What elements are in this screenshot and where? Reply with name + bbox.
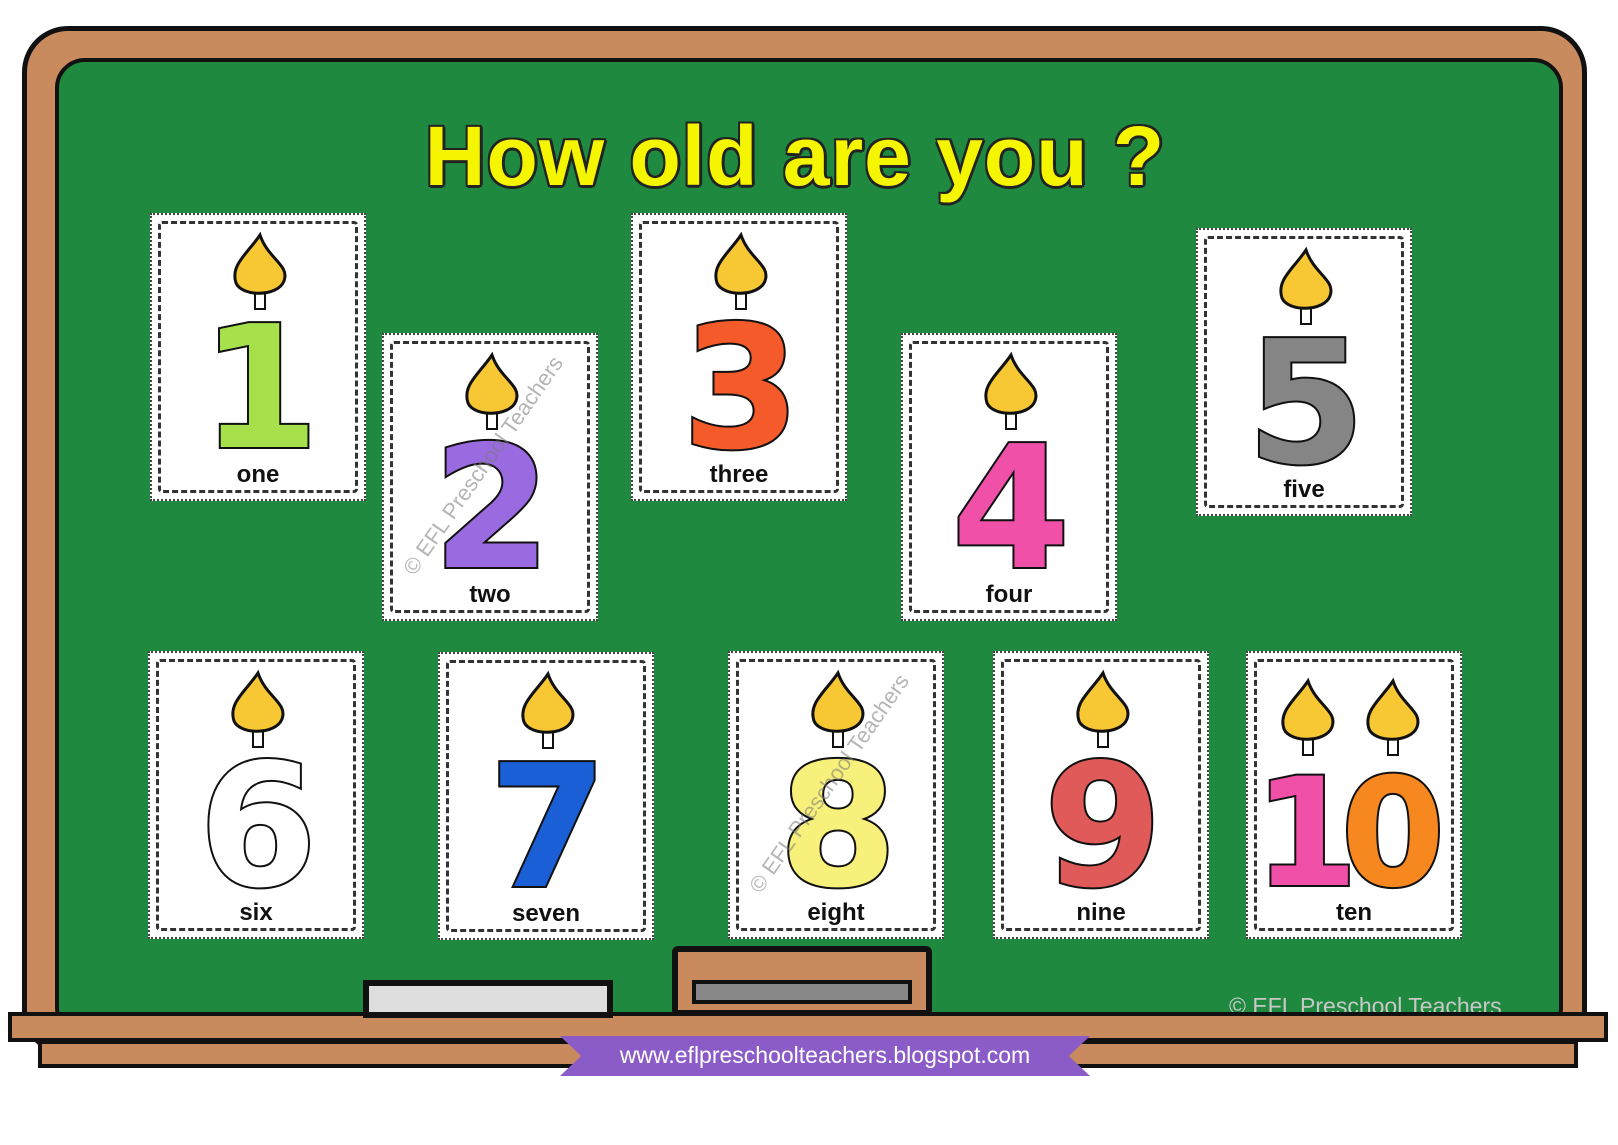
flame-icon xyxy=(1076,669,1130,733)
candle-number: 9 xyxy=(1044,728,1162,926)
number-word: nine xyxy=(1076,899,1126,926)
candle-illustration: 2 xyxy=(431,351,553,610)
number-card-seven: 7 seven xyxy=(438,652,654,940)
number-word: two xyxy=(469,581,511,608)
number-card-nine: 9 nine xyxy=(993,651,1209,939)
number-card-ten: 1 0 ten xyxy=(1246,651,1462,939)
number-word: seven xyxy=(511,900,581,927)
number-word: six xyxy=(239,899,273,926)
eraser xyxy=(672,946,932,1016)
number-card-six: 6 six xyxy=(148,651,364,939)
candle-number: 1 xyxy=(201,290,319,488)
flame-icon xyxy=(1279,246,1333,310)
candle-illustration: 7 xyxy=(487,670,609,929)
candle-illustration: 6 xyxy=(197,669,319,928)
flame-icon xyxy=(1366,677,1420,741)
candle-illustration: 1 xyxy=(199,231,321,490)
number-card-one: 1 one xyxy=(150,213,366,501)
flame-icon xyxy=(1281,677,1335,741)
candle-number: 7 xyxy=(489,729,607,927)
candle-number: 0 xyxy=(1341,747,1445,921)
flame-icon xyxy=(714,231,768,295)
number-word: five xyxy=(1283,476,1325,503)
flame-icon xyxy=(521,670,575,734)
candle-number: 4 xyxy=(952,410,1070,608)
number-card-three: 3 three xyxy=(631,213,847,501)
number-word: four xyxy=(985,581,1033,608)
candle-number: 5 xyxy=(1247,305,1365,503)
candle-illustration: 4 xyxy=(950,351,1072,610)
candle-illustration: 10 xyxy=(1252,677,1447,923)
candle-illustration: 9 xyxy=(1042,669,1164,928)
candle-number: 6 xyxy=(199,728,317,926)
number-card-two: 2 two © EFL Preschool Teachers xyxy=(382,333,598,621)
number-card-four: 4 four xyxy=(901,333,1117,621)
number-word: one xyxy=(236,461,280,488)
candle-number: 3 xyxy=(682,290,800,488)
number-word: ten xyxy=(1336,899,1372,926)
website-url[interactable]: www.eflpreschoolteachers.blogspot.com xyxy=(560,1042,1090,1069)
flame-icon xyxy=(984,351,1038,415)
candle-illustration: 5 xyxy=(1245,246,1367,505)
page-title: How old are you ? xyxy=(424,109,1166,203)
flame-icon xyxy=(233,231,287,295)
number-card-eight: 8 eight © EFL Preschool Teachers xyxy=(728,651,944,939)
number-word: three xyxy=(709,461,769,488)
chalk-stick xyxy=(363,980,613,1018)
candle-illustration: 3 xyxy=(680,231,802,490)
number-word: eight xyxy=(807,899,865,926)
eraser-pad xyxy=(692,980,912,1004)
number-card-five: 5 five xyxy=(1196,228,1412,516)
candle-illustration: 8 xyxy=(777,669,899,928)
flame-icon xyxy=(231,669,285,733)
